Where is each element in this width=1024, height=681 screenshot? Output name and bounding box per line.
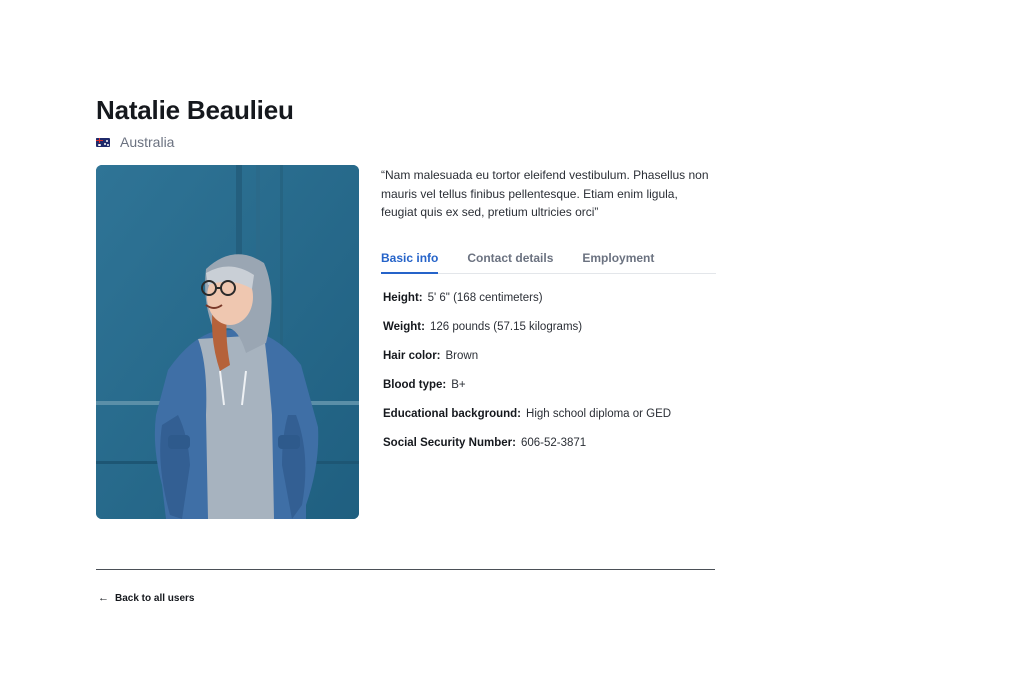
info-label: Blood type: [383,378,447,391]
user-profile: Natalie Beaulieu Australia “Nam malesuad… [96,92,716,519]
info-label: Educational background: [383,407,522,420]
info-weight: Weight: 126 pounds (57.15 kilograms) [383,320,716,349]
tab-basic-info[interactable]: Basic info [381,249,439,274]
tab-contact-details[interactable]: Contact details [467,249,553,273]
user-quote: “Nam malesuada eu tortor eleifend vestib… [381,168,709,219]
info-label: Height: [383,291,423,304]
info-value: 5' 6" (168 centimeters) [427,291,543,304]
basic-info-list: Height: 5' 6" (168 centimeters) Weight: 12… [383,291,716,465]
info-value: 606-52-3871 [520,436,587,449]
country-name: Australia [120,134,175,150]
arrow-left-icon: ← [98,592,109,604]
profile-photo [96,165,359,519]
info-value: Brown [445,349,479,362]
back-label: Back to all users [115,592,195,604]
footer-divider [96,569,715,570]
profile-content: “Nam malesuada eu tortor eleifend vestib… [96,165,716,519]
info-value: B+ [451,378,466,391]
tab-employment[interactable]: Employment [582,249,654,273]
info-value: High school diploma or GED [526,407,672,420]
info-value: 126 pounds (57.15 kilograms) [429,320,583,333]
australia-flag-icon [96,137,110,147]
info-label: Hair color: [383,349,441,362]
info-label: Weight: [383,320,425,333]
profile-details: “Nam malesuada eu tortor eleifend vestib… [381,165,716,519]
user-name: Natalie Beaulieu [96,95,294,125]
info-label: Social Security Number: [383,436,516,449]
info-ssn: Social Security Number: 606-52-3871 [383,436,716,465]
info-blood-type: Blood type: B+ [383,378,716,407]
back-to-users-link[interactable]: ← Back to all users [98,592,194,604]
info-hair-color: Hair color: Brown [383,349,716,378]
user-country: Australia [96,131,716,153]
info-education: Educational background: High school diplo… [383,407,716,436]
profile-tabs: Basic info Contact details Employment [381,249,716,274]
info-height: Height: 5' 6" (168 centimeters) [383,291,716,320]
